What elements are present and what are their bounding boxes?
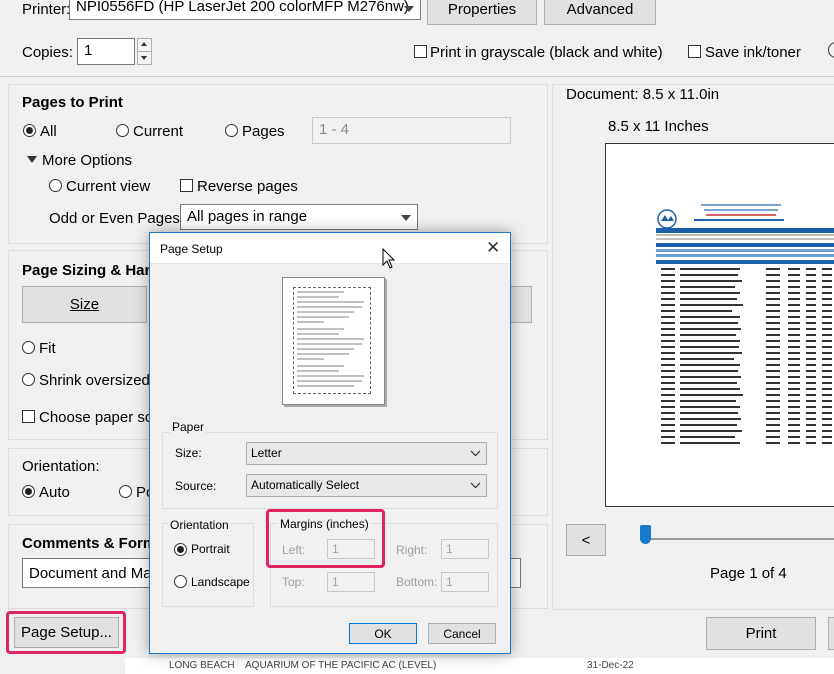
comments-select[interactable]: Document and Ma — [22, 558, 157, 588]
properties-button[interactable]: Properties — [427, 0, 537, 25]
copies-label: Copies: — [22, 44, 73, 61]
copies-stepper[interactable] — [137, 38, 152, 65]
choose-paper-checkbox[interactable] — [22, 410, 35, 423]
portrait-radio[interactable] — [119, 485, 132, 498]
paper-group-label: Paper — [170, 420, 207, 434]
save-ink-label: Save ink/toner — [705, 44, 801, 61]
ok-button[interactable]: OK — [349, 623, 417, 644]
printer-value: NPI0556FD (HP LaserJet 200 colorMFP M276… — [76, 0, 409, 15]
source-label: Source: — [175, 479, 217, 493]
current-view-label: Current view — [66, 178, 151, 195]
dialog-title: Page Setup — [160, 242, 223, 256]
dialog-portrait-radio[interactable] — [174, 543, 187, 556]
preview-sheet — [616, 152, 834, 500]
current-label: Current — [133, 123, 184, 140]
page-setup-dialog: Page Setup ✕ Paper Size: Letter Source: … — [149, 232, 511, 654]
current-radio[interactable] — [116, 124, 129, 137]
choose-paper-label: Choose paper so — [39, 409, 154, 426]
highlight-box — [6, 611, 126, 654]
more-options-label[interactable]: More Options — [42, 152, 132, 169]
right-margin-label: Right: — [396, 543, 428, 557]
top-margin-label: Top: — [282, 575, 305, 589]
comments-title: Comments & Form — [22, 535, 157, 552]
page-counter: Page 1 of 4 — [710, 565, 787, 582]
size-tab-label: Size — [69, 296, 100, 313]
page-preview — [605, 143, 834, 507]
all-label: All — [40, 123, 57, 140]
fit-radio[interactable] — [22, 341, 35, 354]
size-select[interactable]: Letter — [246, 442, 487, 465]
odd-even-select[interactable]: All pages in range — [180, 204, 418, 230]
odd-even-value: All pages in range — [187, 208, 308, 225]
right-margin-input[interactable]: 1 — [441, 539, 489, 559]
bottom-margin-label: Bottom: — [396, 575, 438, 589]
pages-range-input[interactable]: 1 - 4 — [312, 117, 511, 144]
all-radio[interactable] — [23, 124, 36, 137]
copies-input[interactable]: 1 — [77, 38, 135, 65]
booklet-tab-button[interactable] — [508, 286, 532, 323]
margins-highlight-box — [266, 509, 385, 568]
stepper-up-icon[interactable] — [141, 42, 147, 46]
bg-text-mid: AQUARIUM OF THE PACIFIC AC (LEVEL) — [245, 660, 437, 671]
dialog-landscape-label: Landscape — [191, 575, 250, 589]
chevron-down-icon — [470, 450, 481, 457]
grayscale-checkbox[interactable] — [414, 45, 427, 58]
pages-to-print-title: Pages to Print — [22, 94, 123, 111]
close-icon[interactable]: ✕ — [486, 238, 500, 258]
margin-outline — [293, 287, 371, 394]
help-icon[interactable] — [828, 42, 834, 58]
preview-content — [656, 204, 834, 444]
page-slider-track[interactable] — [640, 538, 834, 540]
odd-even-label: Odd or Even Pages: — [49, 210, 185, 227]
size-value: Letter — [251, 446, 282, 460]
background-document-strip: LONG BEACH AQUARIUM OF THE PACIFIC AC (L… — [125, 658, 834, 674]
stepper-down-icon[interactable] — [141, 56, 147, 60]
print-button[interactable]: Print — [706, 617, 816, 650]
grayscale-label: Print in grayscale (black and white) — [430, 44, 663, 61]
bottom-margin-input[interactable]: 1 — [441, 572, 489, 592]
size-label: Size: — [175, 446, 202, 460]
dialog-portrait-label: Portrait — [191, 542, 230, 556]
chevron-down-icon — [401, 215, 411, 221]
prev-page-button[interactable]: < — [566, 524, 606, 556]
mouse-cursor-icon — [382, 248, 396, 269]
chevron-down-icon — [470, 482, 481, 489]
auto-label: Auto — [39, 484, 70, 501]
orientation-group — [162, 523, 254, 607]
orientation-title: Orientation: — [22, 458, 100, 475]
dialog-landscape-radio[interactable] — [174, 575, 187, 588]
source-select[interactable]: Automatically Select — [246, 474, 487, 497]
collapse-triangle-icon[interactable] — [27, 156, 37, 163]
pages-radio[interactable] — [225, 124, 238, 137]
auto-radio[interactable] — [22, 485, 35, 498]
page-sizing-title: Page Sizing & Han — [22, 262, 154, 279]
printer-label: Printer: — [22, 1, 71, 18]
printer-select[interactable]: NPI0556FD (HP LaserJet 200 colorMFP M276… — [69, 0, 421, 20]
divider — [0, 76, 834, 77]
shrink-radio[interactable] — [22, 373, 35, 386]
page-slider-thumb[interactable] — [640, 525, 651, 544]
document-size-label: Document: 8.5 x 11.0in — [566, 86, 720, 103]
paper-size-label: 8.5 x 11 Inches — [608, 118, 709, 135]
pages-label: Pages — [242, 123, 285, 140]
top-margin-input[interactable]: 1 — [327, 572, 375, 592]
reverse-pages-checkbox[interactable] — [180, 179, 193, 192]
size-tab-button[interactable]: Size — [22, 286, 147, 323]
save-ink-checkbox[interactable] — [688, 45, 701, 58]
thumbnail-text-lines — [297, 291, 364, 387]
reverse-pages-label: Reverse pages — [197, 178, 298, 195]
current-view-radio[interactable] — [49, 179, 62, 192]
page-thumbnail — [282, 277, 385, 405]
dialog-titlebar[interactable]: Page Setup ✕ — [150, 233, 510, 264]
bg-text-date: 31-Dec-22 — [587, 660, 634, 671]
orientation-group-label: Orientation — [168, 518, 231, 532]
fit-label: Fit — [39, 340, 56, 357]
chevron-down-icon — [404, 6, 414, 12]
cancel-button[interactable]: Cancel — [428, 623, 496, 644]
bg-text-left: LONG BEACH — [169, 660, 235, 671]
cancel-print-button[interactable] — [828, 617, 834, 650]
shrink-label: Shrink oversized — [39, 372, 150, 389]
source-value: Automatically Select — [251, 478, 360, 492]
advanced-button[interactable]: Advanced — [544, 0, 656, 25]
